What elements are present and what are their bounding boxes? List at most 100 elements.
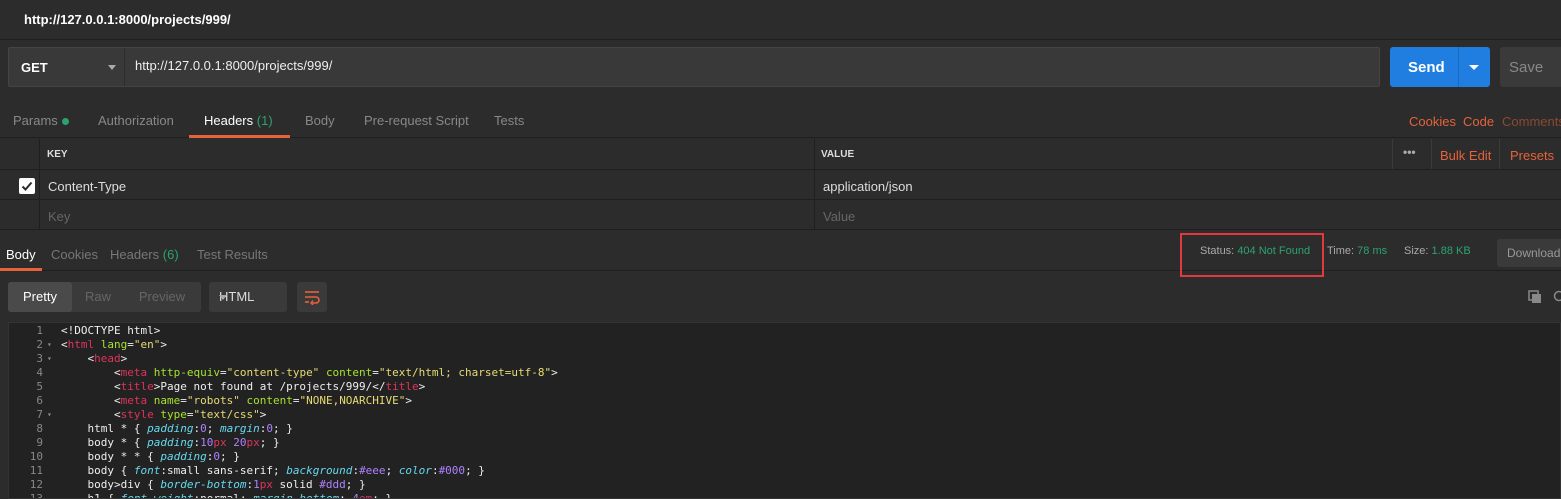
code-line: 13 h1 { font-weight:normal; margin-botto… [9,492,1560,499]
time-label: Time: [1327,245,1355,257]
code-text: <head> [61,352,128,365]
value-input-cell[interactable]: Value [815,200,1561,229]
tab-tests[interactable]: Tests [494,113,524,128]
key-input-cell[interactable]: Key [40,200,815,229]
fold-toggle-icon[interactable]: ▾ [47,408,52,422]
tab-params[interactable]: Params [13,113,69,128]
response-tabs: Body Cookies Headers (6) Test Results St… [0,233,1561,277]
bulk-edit-link[interactable]: Bulk Edit [1440,148,1491,163]
more-options-icon[interactable]: ••• [1403,145,1416,159]
active-tab-underline [189,135,290,138]
line-number: 13 [29,492,43,499]
tab-response-headers-label: Headers [110,247,160,262]
headers-table: KEY VALUE ••• Bulk Edit Presets Content-… [0,139,1561,230]
line-number: 7 [36,408,43,421]
preview-button[interactable]: Preview [132,282,192,312]
response-active-underline [0,268,42,271]
code-text: <!DOCTYPE html> [61,324,161,337]
code-link[interactable]: Code [1463,114,1494,129]
value-placeholder: Value [823,209,856,224]
chevron-down-icon [219,295,227,300]
tab-headers[interactable]: Headers (1) [204,113,273,128]
send-button[interactable]: Send [1390,47,1490,87]
code-line: 2 ▾ <html lang="en"> [9,338,1560,352]
time-value[interactable]: 78 ms [1357,245,1387,257]
size-value[interactable]: 1.88 KB [1432,245,1471,257]
tab-authorization[interactable]: Authorization [98,113,174,128]
params-indicator-dot [61,118,69,126]
tab-response-cookies[interactable]: Cookies [51,247,98,262]
header-key-cell [40,139,815,169]
raw-button[interactable]: Raw [76,282,120,312]
table-row: Content-Type application/json [0,170,1561,200]
fold-toggle-icon[interactable]: ▾ [47,352,52,366]
save-label: Save [1509,59,1544,76]
line-number: 1 [36,324,43,337]
empty-check-cell [0,200,40,229]
code-line: 9 body * { padding:10px 20px; } [9,436,1560,450]
size-label: Size: [1404,245,1429,257]
tab-test-results[interactable]: Test Results [197,247,268,262]
tab-response-headers-count: (6) [162,247,179,262]
status-readout: Status: 404 Not Found [1200,245,1310,257]
language-select[interactable]: HTML [209,282,287,312]
wrap-lines-icon [305,291,320,305]
header-key-cell-1[interactable]: Content-Type [40,170,815,199]
line-number: 5 [36,380,43,393]
code-line: 7 ▾ <style type="text/css"> [9,408,1560,422]
search-icon[interactable] [1553,290,1561,304]
download-button[interactable]: Download [1497,239,1561,267]
check-icon [21,181,33,191]
code-line: 4 <meta http-equiv="content-type" conten… [9,366,1560,380]
cookies-link[interactable]: Cookies [1409,114,1456,129]
tab-body[interactable]: Body [305,113,335,128]
line-number: 9 [36,436,43,449]
table-header-row: KEY VALUE ••• Bulk Edit Presets [0,139,1561,170]
tab-response-body[interactable]: Body [6,247,36,262]
line-number: 12 [29,478,43,491]
code-text: <html lang="en"> [61,338,167,351]
header-sep-2 [1431,139,1432,169]
request-tab-title[interactable]: http://127.0.0.1:8000/projects/999/ [24,12,231,27]
response-code-viewer[interactable]: 1 <!DOCTYPE html> 2 ▾ <html lang="en"> 3 ▾ <… [8,322,1561,499]
row-check-cell [0,170,40,199]
status-value[interactable]: 404 Not Found [1237,245,1310,257]
header-enabled-checkbox[interactable] [19,178,35,194]
send-divider [1458,47,1459,87]
send-options-chevron-icon[interactable] [1469,65,1479,70]
download-label: Download [1507,246,1561,260]
line-number: 4 [36,366,43,379]
line-number: 6 [36,394,43,407]
chevron-down-icon [108,65,116,70]
header-value-cell-1[interactable]: application/json [815,170,1561,199]
key-placeholder: Key [48,209,71,224]
code-text: h1 { font-weight:normal; margin-bottom:.… [61,492,393,499]
tab-response-headers[interactable]: Headers (6) [110,247,179,262]
method-select[interactable]: GET [9,48,125,86]
url-input[interactable] [135,58,1335,73]
code-line: 11 body { font:small sans-serif; backgro… [9,464,1560,478]
line-number: 10 [29,450,43,463]
save-button[interactable]: Save [1500,47,1561,87]
pretty-button[interactable]: Pretty [8,282,72,312]
tab-prerequest-script[interactable]: Pre-request Script [364,113,469,128]
status-label: Status: [1200,245,1235,257]
code-line: 6 <meta name="robots" content="NONE,NOAR… [9,394,1560,408]
presets-link[interactable]: Presets [1510,148,1554,163]
wrap-lines-button[interactable] [297,282,327,312]
table-row-empty: Key Value [0,200,1561,230]
fold-toggle-icon[interactable]: ▾ [47,338,52,352]
code-line: 8 html * { padding:0; margin:0; } [9,422,1560,436]
line-number: 2 [36,338,43,351]
time-readout: Time: 78 ms [1327,245,1387,257]
code-text: body>div { border-bottom:1px solid #ddd;… [61,478,366,491]
send-label: Send [1408,59,1445,76]
code-line: 12 body>div { border-bottom:1px solid #d… [9,478,1560,492]
line-number: 8 [36,422,43,435]
copy-icon[interactable] [1528,290,1542,304]
tab-headers-label: Headers [204,113,254,128]
view-mode-segment: Pretty Raw Preview [8,282,201,312]
comments-link[interactable]: Comments [1502,114,1561,129]
response-view-toolbar: Pretty Raw Preview HTML [0,272,1561,322]
code-line: 3 ▾ <head> [9,352,1560,366]
